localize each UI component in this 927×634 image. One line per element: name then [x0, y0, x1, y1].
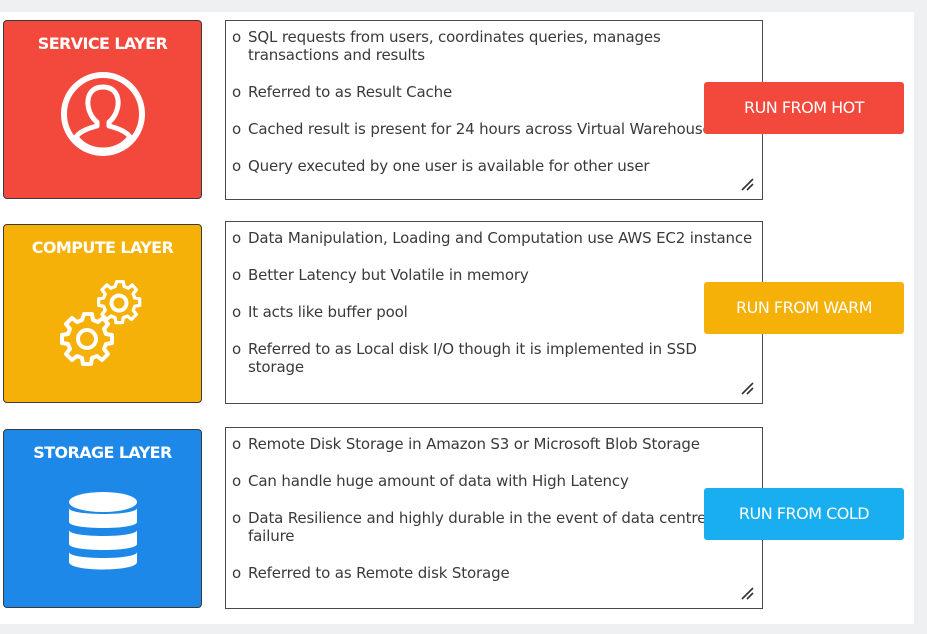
gears-icon	[53, 277, 153, 378]
list-bullet: o	[232, 28, 242, 46]
list-item: o Referred to as Result Cache	[232, 83, 453, 101]
storage-layer-list: o Remote Disk Storage in Amazon S3 or Mic…	[232, 435, 756, 582]
list-bullet: o	[232, 340, 242, 358]
list-bullet: o	[232, 303, 242, 321]
service-layer-card: SERVICE LAYER	[3, 20, 202, 199]
list-bullet: o	[232, 229, 242, 247]
list-item: o It acts like buffer pool	[232, 303, 408, 321]
list-bullet: o	[232, 509, 242, 527]
list-item: o Remote Disk Storage in Amazon S3 or Mic…	[232, 435, 700, 453]
compute-layer-title: COMPUTE LAYER	[31, 238, 174, 257]
list-item: o Query executed by one user is available…	[232, 157, 650, 175]
list-item: o Referred to as Remote disk Storage	[232, 564, 510, 582]
list-item: o SQL requests from users, coordinates qu…	[232, 28, 661, 64]
resize-handle-icon[interactable]	[740, 381, 754, 395]
list-bullet: o	[232, 83, 242, 101]
list-item: o Data Manipulation, Loading and Computat…	[232, 229, 753, 247]
resize-handle-icon[interactable]	[740, 177, 754, 191]
storage-layer-card: STORAGE LAYER	[3, 429, 202, 608]
run-from-cold-button[interactable]: RUN FROM COLD	[704, 488, 904, 540]
list-bullet: o	[232, 472, 242, 490]
list-bullet: o	[232, 564, 242, 582]
database-icon	[65, 490, 141, 579]
list-item: o Better Latency but Volatile in memory	[232, 266, 529, 284]
compute-layer-description[interactable]: o Data Manipulation, Loading and Computat…	[225, 221, 763, 404]
service-layer-description[interactable]: o SQL requests from users, coordinates qu…	[225, 20, 763, 200]
service-layer-title: SERVICE LAYER	[37, 34, 168, 53]
resize-handle-icon[interactable]	[740, 586, 754, 600]
run-from-warm-button[interactable]: RUN FROM WARM	[704, 282, 904, 334]
list-bullet: o	[232, 435, 242, 453]
list-bullet: o	[232, 157, 242, 175]
storage-layer-description[interactable]: o Remote Disk Storage in Amazon S3 or Mic…	[225, 427, 763, 609]
service-layer-list: o SQL requests from users, coordinates qu…	[232, 28, 756, 175]
list-bullet: o	[232, 120, 242, 138]
list-bullet: o	[232, 266, 242, 284]
compute-layer-list: o Data Manipulation, Loading and Computat…	[232, 229, 756, 376]
storage-layer-title: STORAGE LAYER	[33, 443, 172, 462]
list-item: o Can handle huge amount of data with Hig…	[232, 472, 629, 490]
list-item: o Data Resilience and highly durable in t…	[232, 509, 707, 545]
list-item: o Referred to as Local disk I/O though it…	[232, 340, 697, 376]
run-from-hot-button[interactable]: RUN FROM HOT	[704, 82, 904, 134]
user-profile-icon	[58, 69, 148, 164]
list-item: o Cached result is present for 24 hours a…	[232, 120, 720, 138]
compute-layer-card: COMPUTE LAYER	[3, 224, 202, 403]
